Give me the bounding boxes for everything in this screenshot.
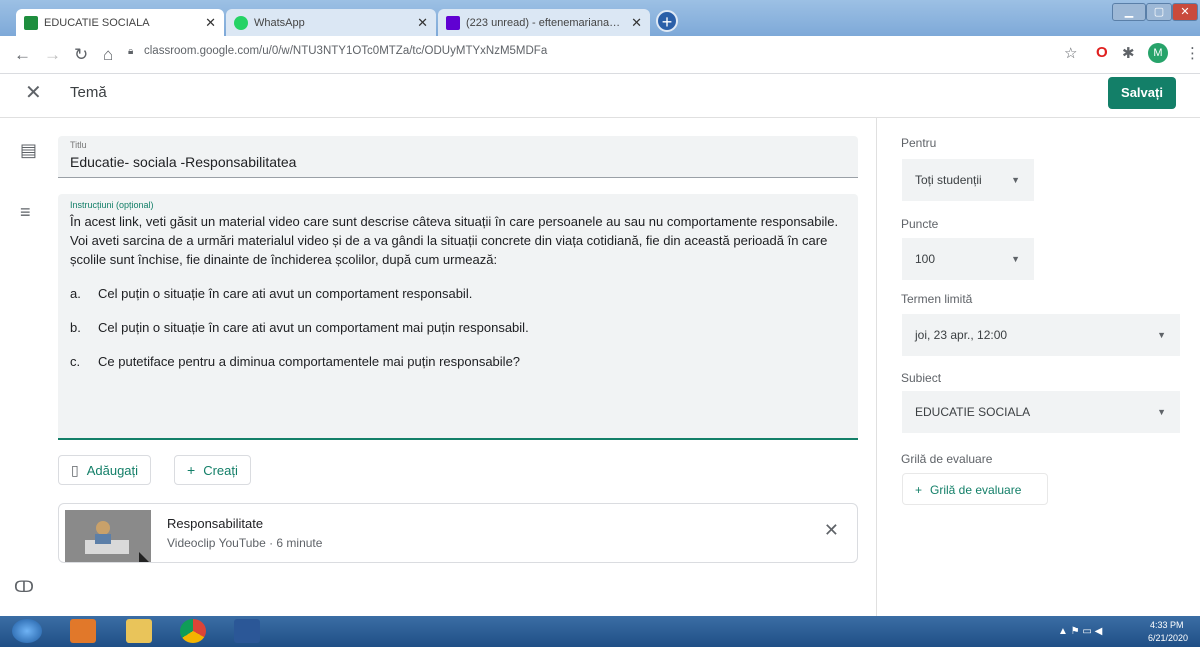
instructions-label: Instrucțiuni (opțional): [70, 200, 154, 210]
tab-whatsapp[interactable]: WhatsApp ✕: [226, 9, 436, 36]
profile-avatar[interactable]: M: [1148, 43, 1168, 63]
close-icon[interactable]: ✕: [417, 15, 428, 31]
for-select[interactable]: Toți studenții ▼: [902, 159, 1034, 201]
whatsapp-icon: [234, 15, 248, 30]
for-label: Pentru: [901, 136, 937, 150]
due-value: joi, 23 apr., 12:00: [915, 328, 1008, 342]
list-item: a. Cel puțin o situație în care ati avut …: [70, 286, 473, 301]
title-label: Titlu: [70, 140, 87, 150]
due-label: Termen limită: [901, 292, 973, 306]
app-header: ✕ Temă Salvați: [0, 74, 1200, 118]
word-icon[interactable]: [234, 619, 260, 643]
save-button[interactable]: Salvați: [1108, 77, 1176, 109]
media-player-icon[interactable]: [70, 619, 96, 643]
opera-icon[interactable]: O: [1096, 44, 1108, 61]
attachment-subtitle: Videoclip YouTube · 6 minute: [167, 536, 323, 550]
windows-taskbar: ▲ ⚑ ▭ ◀ 4:33 PM 6/21/2020: [0, 616, 1200, 647]
dropdown-arrow-icon: ▼: [1157, 330, 1166, 340]
title-field[interactable]: Titlu Educatie- sociala -Responsabilitat…: [58, 136, 858, 178]
forward-icon[interactable]: →: [44, 45, 61, 65]
points-value: 100: [915, 252, 936, 266]
start-button[interactable]: [12, 619, 42, 643]
close-icon[interactable]: ✕: [25, 80, 42, 105]
clock-time[interactable]: 4:33 PM: [1150, 620, 1184, 630]
minimize-button[interactable]: ▁: [1112, 3, 1146, 21]
points-select[interactable]: 100 ▼: [902, 238, 1034, 280]
url-field[interactable]: classroom.google.com/u/0/w/NTU3NTY1OTc0M…: [144, 45, 547, 57]
chrome-icon[interactable]: [180, 619, 206, 643]
file-explorer-icon[interactable]: [126, 619, 152, 643]
lock-icon: 🔒︎: [128, 46, 134, 57]
add-button[interactable]: ▯ Adăugați: [58, 455, 152, 485]
remove-attachment-icon[interactable]: ✕: [824, 520, 839, 541]
mail-icon: [446, 15, 460, 30]
close-icon[interactable]: ✕: [205, 15, 216, 31]
panel-divider: [876, 118, 877, 616]
points-label: Puncte: [901, 217, 939, 231]
rubric-button[interactable]: + Grilă de evaluare: [902, 473, 1048, 505]
extensions-icon[interactable]: ✱: [1122, 44, 1135, 62]
back-icon[interactable]: ←: [14, 45, 31, 65]
rubric-label: Grilă de evaluare: [901, 452, 993, 466]
tab-title: WhatsApp: [254, 16, 305, 29]
new-tab-button[interactable]: +: [656, 10, 678, 32]
create-button[interactable]: + Creați: [174, 455, 251, 485]
add-button-label: Adăugați: [86, 462, 139, 478]
title-input[interactable]: Educatie- sociala -Responsabilitatea: [70, 154, 296, 170]
address-bar-row: ← → ↻ ⌂ 🔒︎ classroom.google.com/u/0/w/NT…: [0, 36, 1200, 74]
tab-title: EDUCATIE SOCIALA: [44, 16, 150, 29]
page-title: Temă: [70, 84, 107, 101]
window-close-button[interactable]: ✕: [1172, 3, 1198, 21]
tray-icons[interactable]: ▲ ⚑ ▭ ◀: [1058, 626, 1102, 637]
accessibility-icon[interactable]: ↀ: [14, 577, 34, 597]
list-item: b. Cel puțin o situație în care ati avut …: [70, 320, 529, 335]
plus-icon: +: [915, 483, 923, 497]
plus-icon: +: [187, 462, 196, 478]
attachment-card[interactable]: Responsabilitate Videoclip YouTube · 6 m…: [58, 503, 858, 563]
reload-icon[interactable]: ↻: [74, 45, 88, 65]
close-icon[interactable]: ✕: [631, 15, 642, 31]
browser-tab-bar: EDUCATIE SOCIALA ✕ WhatsApp ✕ (223 unrea…: [0, 0, 1200, 36]
instructions-field[interactable]: Instrucțiuni (opțional) În acest link, v…: [58, 194, 858, 440]
list-item: c. Ce putetiface pentru a diminua comport…: [70, 354, 521, 369]
instructions-paragraph: În acest link, veti găsit un material vi…: [70, 214, 839, 229]
dropdown-arrow-icon: ▼: [1011, 175, 1020, 185]
home-icon[interactable]: ⌂: [103, 45, 113, 65]
attachment-title[interactable]: Responsabilitate: [167, 516, 263, 531]
instructions-text[interactable]: În acest link, veti găsit un material vi…: [70, 212, 850, 371]
topic-value: EDUCATIE SOCIALA: [915, 405, 1031, 419]
attach-icon: ▯: [71, 461, 79, 478]
maximize-button[interactable]: ▢: [1146, 3, 1172, 21]
for-value: Toți studenții: [915, 173, 982, 187]
due-select[interactable]: joi, 23 apr., 12:00 ▼: [902, 314, 1180, 356]
tab-yahoo-mail[interactable]: (223 unread) - eftenemariana@y ✕: [438, 9, 650, 36]
video-thumbnail[interactable]: [65, 510, 151, 562]
instructions-paragraph: Voi aveti sarcina de a urmări materialul…: [70, 233, 828, 267]
star-icon[interactable]: ☆: [1064, 44, 1077, 62]
classroom-icon: [24, 15, 38, 30]
topic-select[interactable]: EDUCATIE SOCIALA ▼: [902, 391, 1180, 433]
dropdown-arrow-icon: ▼: [1157, 407, 1166, 417]
menu-icon[interactable]: ⋮: [1185, 44, 1200, 62]
tab-educatie-sociala[interactable]: EDUCATIE SOCIALA ✕: [16, 9, 224, 36]
tab-title: (223 unread) - eftenemariana@y: [466, 16, 626, 29]
clock-date[interactable]: 6/21/2020: [1148, 633, 1188, 643]
topic-label: Subiect: [901, 371, 942, 385]
notes-icon: ≡: [20, 202, 31, 222]
dropdown-arrow-icon: ▼: [1011, 254, 1020, 264]
assignment-icon: ▤: [20, 140, 38, 160]
create-button-label: Creați: [203, 462, 238, 478]
rubric-button-label: Grilă de evaluare: [930, 483, 1022, 497]
